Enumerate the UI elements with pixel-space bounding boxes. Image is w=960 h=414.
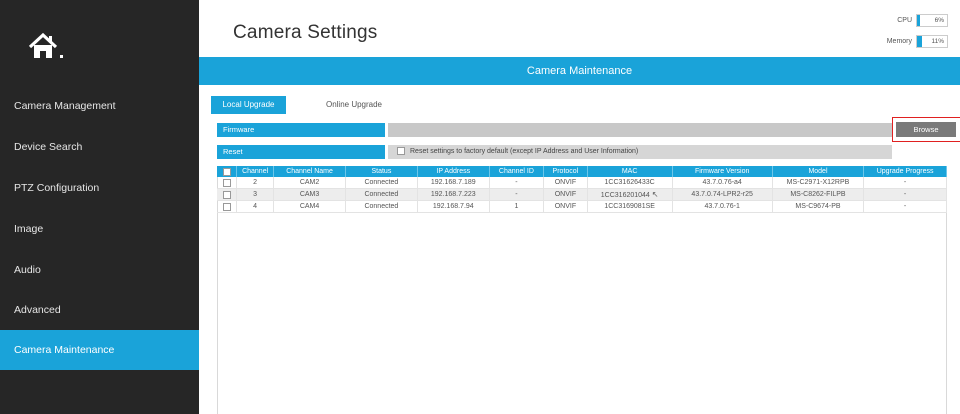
cpu-bar-fill — [917, 15, 920, 26]
table-cell: 1CC3169081SE — [587, 200, 673, 213]
table-cell: - — [489, 177, 545, 189]
home-icon[interactable] — [28, 30, 68, 64]
column-header: Channel — [236, 166, 275, 177]
column-header: MAC — [587, 166, 673, 177]
table-cell: 1CC316201044 ↖ — [587, 188, 673, 201]
table-row[interactable]: 3 CAM3 Connected 192.168.7.223 - ONVIF 1… — [217, 188, 947, 201]
browse-highlight-box — [892, 117, 960, 142]
reset-option-bar: Reset settings to factory default (excep… — [388, 145, 892, 159]
memory-bar: 11% — [916, 35, 948, 48]
table-cell: CAM4 — [273, 200, 346, 213]
column-header: Firmware Version — [672, 166, 773, 177]
table-cell: Connected — [345, 188, 418, 201]
table-cell: 2 — [236, 177, 275, 189]
table-row[interactable]: 2 CAM2 Connected 192.168.7.189 - ONVIF 1… — [217, 177, 947, 189]
cpu-bar: 6% — [916, 14, 948, 27]
sidebar: Camera Management Device Search PTZ Conf… — [0, 0, 199, 414]
memory-bar-fill — [917, 36, 922, 47]
row-select-cell — [217, 200, 238, 213]
table-header-row: Channel Channel Name Status IP Address C… — [217, 166, 947, 177]
sidebar-item-camera-management[interactable]: Camera Management — [0, 86, 199, 126]
table-cell: 43.7.0.74-LPR2-r25 — [672, 188, 773, 201]
memory-meter: Memory 11% — [874, 35, 948, 48]
sidebar-item-camera-maintenance[interactable]: Camera Maintenance — [0, 330, 199, 370]
column-header: Channel Name — [273, 166, 346, 177]
column-header: Status — [345, 166, 418, 177]
column-header: Model — [772, 166, 865, 177]
mac-text: 1CC316201044 — [600, 192, 650, 199]
column-header: IP Address — [417, 166, 490, 177]
column-header: Protocol — [543, 166, 588, 177]
cpu-meter: CPU 6% — [874, 14, 948, 27]
sidebar-item-image[interactable]: Image — [0, 209, 199, 249]
cpu-value: 6% — [934, 17, 944, 24]
firmware-file-field[interactable] — [388, 123, 892, 137]
tab-local-upgrade[interactable]: Local Upgrade — [211, 96, 286, 114]
memory-label: Memory — [886, 38, 912, 45]
table-cell: 43.7.0.76-a4 — [672, 177, 773, 189]
sidebar-item-audio[interactable]: Audio — [0, 250, 199, 290]
column-header: Upgrade Progress — [863, 166, 947, 177]
select-all-checkbox[interactable] — [222, 167, 231, 176]
table-cell: - — [489, 188, 545, 201]
sidebar-item-advanced[interactable]: Advanced — [0, 290, 199, 330]
table-cell: - — [863, 200, 947, 213]
table-cell: 1CC31626433C — [587, 177, 673, 189]
table-cell: 192.168.7.189 — [417, 177, 490, 189]
table-cell: Connected — [345, 200, 418, 213]
table-cell: MS-C9674-PB — [772, 200, 865, 213]
row-select-cell — [217, 177, 238, 189]
table-cell: ONVIF — [543, 200, 588, 213]
row-checkbox[interactable] — [222, 202, 231, 211]
page-title: Camera Settings — [233, 22, 378, 43]
header: Camera Settings — [199, 0, 960, 56]
reset-checkbox[interactable] — [397, 147, 405, 156]
camera-table: Channel Channel Name Status IP Address C… — [217, 166, 947, 213]
tab-online-upgrade[interactable]: Online Upgrade — [314, 96, 394, 114]
table-cell: 1 — [489, 200, 545, 213]
table-row[interactable]: 4 CAM4 Connected 192.168.7.94 1 ONVIF 1C… — [217, 200, 947, 213]
sidebar-item-device-search[interactable]: Device Search — [0, 127, 199, 167]
reset-checkbox-text: Reset settings to factory default (excep… — [410, 148, 639, 155]
sidebar-item-ptz-configuration[interactable]: PTZ Configuration — [0, 168, 199, 208]
reset-label: Reset — [217, 145, 385, 159]
table-cell: ONVIF — [543, 177, 588, 189]
table-cell: MS-C8262-FILPB — [772, 188, 865, 201]
select-all-cell — [217, 166, 238, 177]
table-cell: 192.168.7.94 — [417, 200, 490, 213]
table-cell: Connected — [345, 177, 418, 189]
table-cell: CAM3 — [273, 188, 346, 201]
table-cell: ONVIF — [543, 188, 588, 201]
memory-value: 11% — [931, 38, 944, 45]
table-cell: - — [863, 177, 947, 189]
cpu-label: CPU — [897, 17, 912, 24]
column-header: Channel ID — [489, 166, 545, 177]
row-select-cell — [217, 188, 238, 201]
table-cell: 192.168.7.223 — [417, 188, 490, 201]
row-checkbox[interactable] — [222, 178, 231, 187]
table-cell: 4 — [236, 200, 275, 213]
table-cell: MS-C2971-X12RPB — [772, 177, 865, 189]
table-cell: 3 — [236, 188, 275, 201]
mouse-cursor-icon: ↖ — [651, 190, 659, 199]
table-cell: CAM2 — [273, 177, 346, 189]
table-cell: 43.7.0.76-1 — [672, 200, 773, 213]
firmware-label: Firmware — [217, 123, 385, 137]
row-checkbox[interactable] — [222, 190, 231, 199]
section-title: Camera Maintenance — [199, 57, 960, 85]
table-cell: - — [863, 188, 947, 201]
